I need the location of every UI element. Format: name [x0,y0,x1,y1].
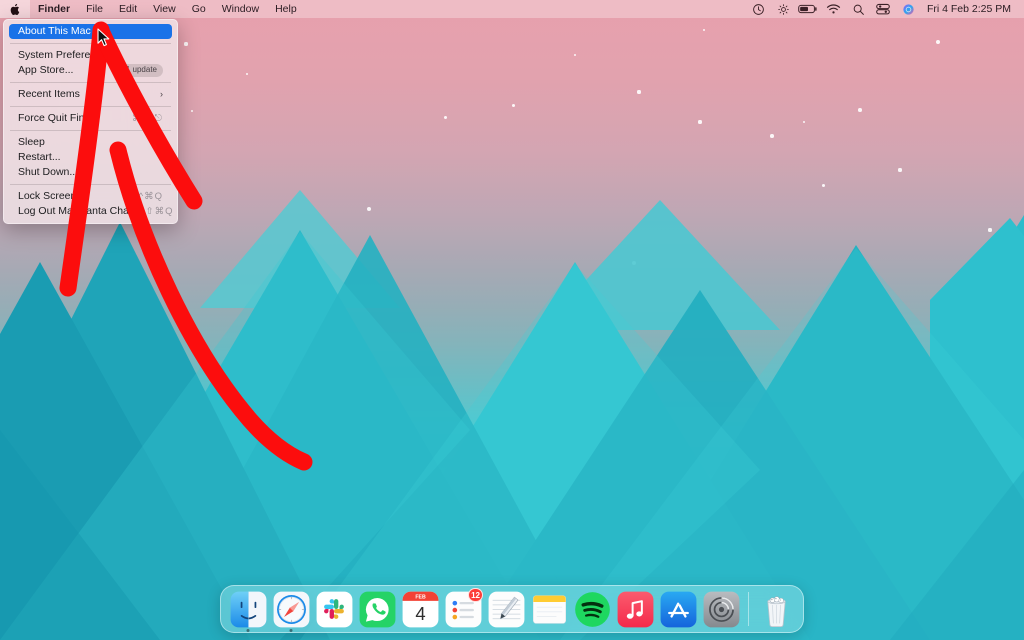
apple-menu-item-system-preferences[interactable]: System Preferences [9,48,172,63]
apple-menu-item-lock-screen[interactable]: Lock Screen ^⌘Q [9,189,172,204]
app-store-update-badge: 1 update [119,64,163,77]
running-indicator-dot [289,629,293,632]
apple-menu-item-recent-items[interactable]: Recent Items › [9,87,172,102]
apple-menu-item-app-store[interactable]: App Store... 1 update [9,63,172,78]
calendar-day-label: 4 [415,602,425,623]
apple-menu-item-accessory: › [160,87,163,102]
apple-menu-item-label: System Preferences [18,49,113,61]
siri-icon[interactable] [896,0,921,18]
apple-menu-item-label: Restart... [18,151,61,163]
music-icon [617,591,653,627]
menu-bar-clock[interactable]: Fri 4 Feb 2:25 PM [921,0,1015,18]
menu-bar-item-edit[interactable]: Edit [111,0,145,18]
chevron-right-icon: › [160,89,163,99]
menu-bar-item-go[interactable]: Go [184,0,214,18]
apple-menu-item-log-out-manikanta-chary[interactable]: Log Out Manikanta Chary... ⇧⌘Q [9,204,172,219]
dock-item-stickies[interactable] [530,590,568,628]
apple-menu-item-label: Log Out Manikanta Chary... [18,205,146,217]
dock[interactable]: FEB 4 12 [220,585,804,633]
dock-item-trash[interactable] [757,590,795,628]
calendar-icon: FEB 4 [402,591,438,627]
dock-item-slack[interactable] [315,590,353,628]
menu-bar-item-file[interactable]: File [78,0,111,18]
dock-separator [748,592,749,626]
spotify-icon [574,591,610,627]
dock-item-spotify[interactable] [573,590,611,628]
apple-menu-item-accessory: 1 update [119,64,163,77]
control-center-icon[interactable] [871,0,896,18]
menu-bar[interactable]: Finder File Edit View Go Window Help Fri… [0,0,1024,18]
apple-menu-item-label: Lock Screen [18,190,77,202]
apple-menu-item-restart[interactable]: Restart... [9,150,172,165]
menu-bar-item-finder[interactable]: Finder [30,0,78,18]
apple-menu-item-label: Recent Items [18,88,80,100]
dock-item-music[interactable] [616,590,654,628]
trash-icon [766,595,786,627]
spotlight-search-icon[interactable] [846,0,871,18]
apple-menu-item-accessory: ^⌘Q [139,189,163,204]
menu-separator [10,82,171,83]
apple-menu-item-label: Sleep [18,136,45,148]
mouse-cursor [97,28,110,47]
finder-icon [230,591,266,627]
apple-menu-item-sleep[interactable]: Sleep [9,135,172,150]
dock-item-whatsapp[interactable] [358,590,396,628]
apple-menu-item-label: Force Quit Finder [18,112,100,124]
menu-bar-status-area: Fri 4 Feb 2:25 PM [746,0,1024,18]
apple-menu-item-accessory: ⌘⌥⎋ [132,111,163,126]
calendar-month-label: FEB [415,594,426,600]
slack-icon [316,591,352,627]
apple-menu-item-label: App Store... [18,64,74,76]
menu-separator [10,106,171,107]
apple-menu-item-accessory: ⇧⌘Q [146,204,174,219]
dock-item-notes-pen[interactable] [487,590,525,628]
desktop-screen: Finder File Edit View Go Window Help Fri… [0,0,1024,640]
apple-menu-item-shortcut: ^⌘Q [138,191,163,202]
battery-icon[interactable] [796,0,821,18]
dock-item-safari[interactable] [272,590,310,632]
menu-bar-item-view[interactable]: View [145,0,184,18]
running-indicator-dot [246,629,250,632]
dock-item-system-preferences[interactable] [702,590,740,628]
menu-bar-item-help[interactable]: Help [267,0,305,18]
menu-separator [10,130,171,131]
menu-bar-app-menus: Finder File Edit View Go Window Help [0,0,305,18]
stickies-icon [532,594,566,624]
apple-menu-item-label: Shut Down... [18,166,79,178]
apple-menu-item-shortcut: ⌘⌥⎋ [132,113,163,124]
wifi-icon[interactable] [821,0,846,18]
apple-menu-item-about-this-mac[interactable]: About This Mac [9,24,172,39]
dock-item-calendar[interactable]: FEB 4 [401,590,439,628]
time-machine-icon[interactable] [746,0,771,18]
apple-dropdown-menu[interactable]: About This Mac System Preferences App Stor… [3,19,178,224]
menu-bar-item-window[interactable]: Window [214,0,267,18]
app-store-icon [660,591,696,627]
whatsapp-icon [359,591,395,627]
dock-item-reminders[interactable]: 12 [444,588,483,628]
menu-separator [10,43,171,44]
system-preferences-icon [703,591,739,627]
menu-separator [10,184,171,185]
apple-menu-item-label: About This Mac [18,25,91,37]
apple-menu-item-force-quit-finder[interactable]: Force Quit Finder ⌘⌥⎋ [9,111,172,126]
apple-menu-button[interactable] [0,0,30,18]
apple-menu-item-shut-down[interactable]: Shut Down... [9,165,172,180]
safari-icon [273,591,309,627]
apple-logo-icon [10,3,20,15]
apple-menu-item-shortcut: ⇧⌘Q [145,206,174,217]
brightness-icon[interactable] [771,0,796,18]
dock-item-finder[interactable] [229,590,267,632]
notes-pen-icon [488,591,524,627]
dock-item-app-store[interactable] [659,590,697,628]
reminders-badge-count: 12 [468,588,483,602]
